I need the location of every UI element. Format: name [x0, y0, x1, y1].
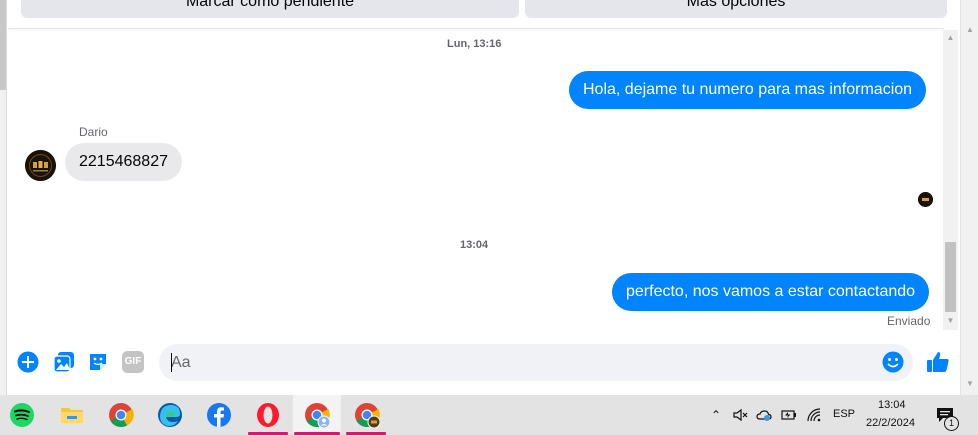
gif-icon[interactable]: GIF: [122, 351, 144, 373]
scroll-down-arrow[interactable]: ▼: [943, 313, 958, 328]
incoming-message[interactable]: 2215468827: [65, 143, 182, 181]
mark-pending-button[interactable]: Marcar como pendiente: [21, 0, 519, 18]
battery-charging-icon[interactable]: [781, 407, 797, 423]
message-timestamp: 13:04: [460, 239, 489, 251]
spotify-icon[interactable]: [9, 402, 35, 428]
message-input[interactable]: [159, 344, 913, 381]
volume-muted-icon[interactable]: [732, 407, 748, 423]
image-icon[interactable]: [53, 351, 75, 373]
chrome-icon[interactable]: [108, 402, 134, 428]
page-scroll-up-arrow[interactable]: ▲: [961, 22, 978, 38]
outer-scrollbar[interactable]: [0, 0, 7, 395]
show-hidden-icons-chevron-icon[interactable]: ⌃: [708, 407, 724, 423]
read-receipt-icon: [918, 192, 933, 207]
page-scrollbar[interactable]: ▲ ▼: [960, 0, 978, 395]
outgoing-message[interactable]: perfecto, nos vamos a estar contactando: [612, 273, 930, 311]
add-icon[interactable]: [17, 351, 39, 373]
chrome-profile-icon[interactable]: [304, 402, 330, 428]
chrome-profile-2-icon[interactable]: [354, 402, 380, 428]
page-scroll-down-arrow[interactable]: ▼: [961, 376, 978, 392]
contact-avatar[interactable]: [25, 150, 56, 181]
edge-icon[interactable]: [157, 402, 183, 428]
sent-status: Enviado: [887, 314, 931, 328]
windows-taskbar: ⌃ ESP 13:04 22/2/2024 1: [0, 395, 978, 435]
outgoing-message[interactable]: Hola, dejame tu numero para mas informac…: [569, 71, 927, 109]
messenger-window: Marcar como pendiente Más opciones ▲ ▼ ▲…: [0, 0, 978, 435]
read-receipt-avatar: [918, 192, 933, 207]
text-caret: [171, 353, 172, 372]
input-language-indicator[interactable]: ESP: [833, 408, 855, 420]
sender-name: Dario: [79, 125, 108, 139]
header-divider: [8, 28, 944, 29]
emoji-icon[interactable]: [882, 351, 904, 373]
message-timestamp: Lun, 13:16: [447, 38, 502, 50]
outer-scrollbar-thumb[interactable]: [0, 0, 6, 90]
opera-icon[interactable]: [255, 402, 281, 428]
file-explorer-icon[interactable]: [59, 402, 85, 428]
wifi-icon[interactable]: [806, 407, 822, 423]
avatar-logo-icon: [25, 150, 56, 181]
scroll-up-arrow[interactable]: ▲: [943, 30, 958, 45]
clock-date[interactable]: 22/2/2024: [866, 417, 915, 429]
clock-time[interactable]: 13:04: [878, 399, 906, 411]
facebook-icon[interactable]: [206, 402, 232, 428]
like-icon[interactable]: [926, 350, 950, 374]
notification-count-badge: 1: [944, 416, 959, 431]
sticker-icon[interactable]: [87, 351, 109, 373]
onedrive-sync-icon[interactable]: [756, 407, 772, 423]
more-options-button[interactable]: Más opciones: [525, 0, 947, 18]
chat-scrollbar[interactable]: ▲ ▼: [943, 30, 958, 330]
chat-scrollbar-thumb[interactable]: [945, 242, 956, 312]
